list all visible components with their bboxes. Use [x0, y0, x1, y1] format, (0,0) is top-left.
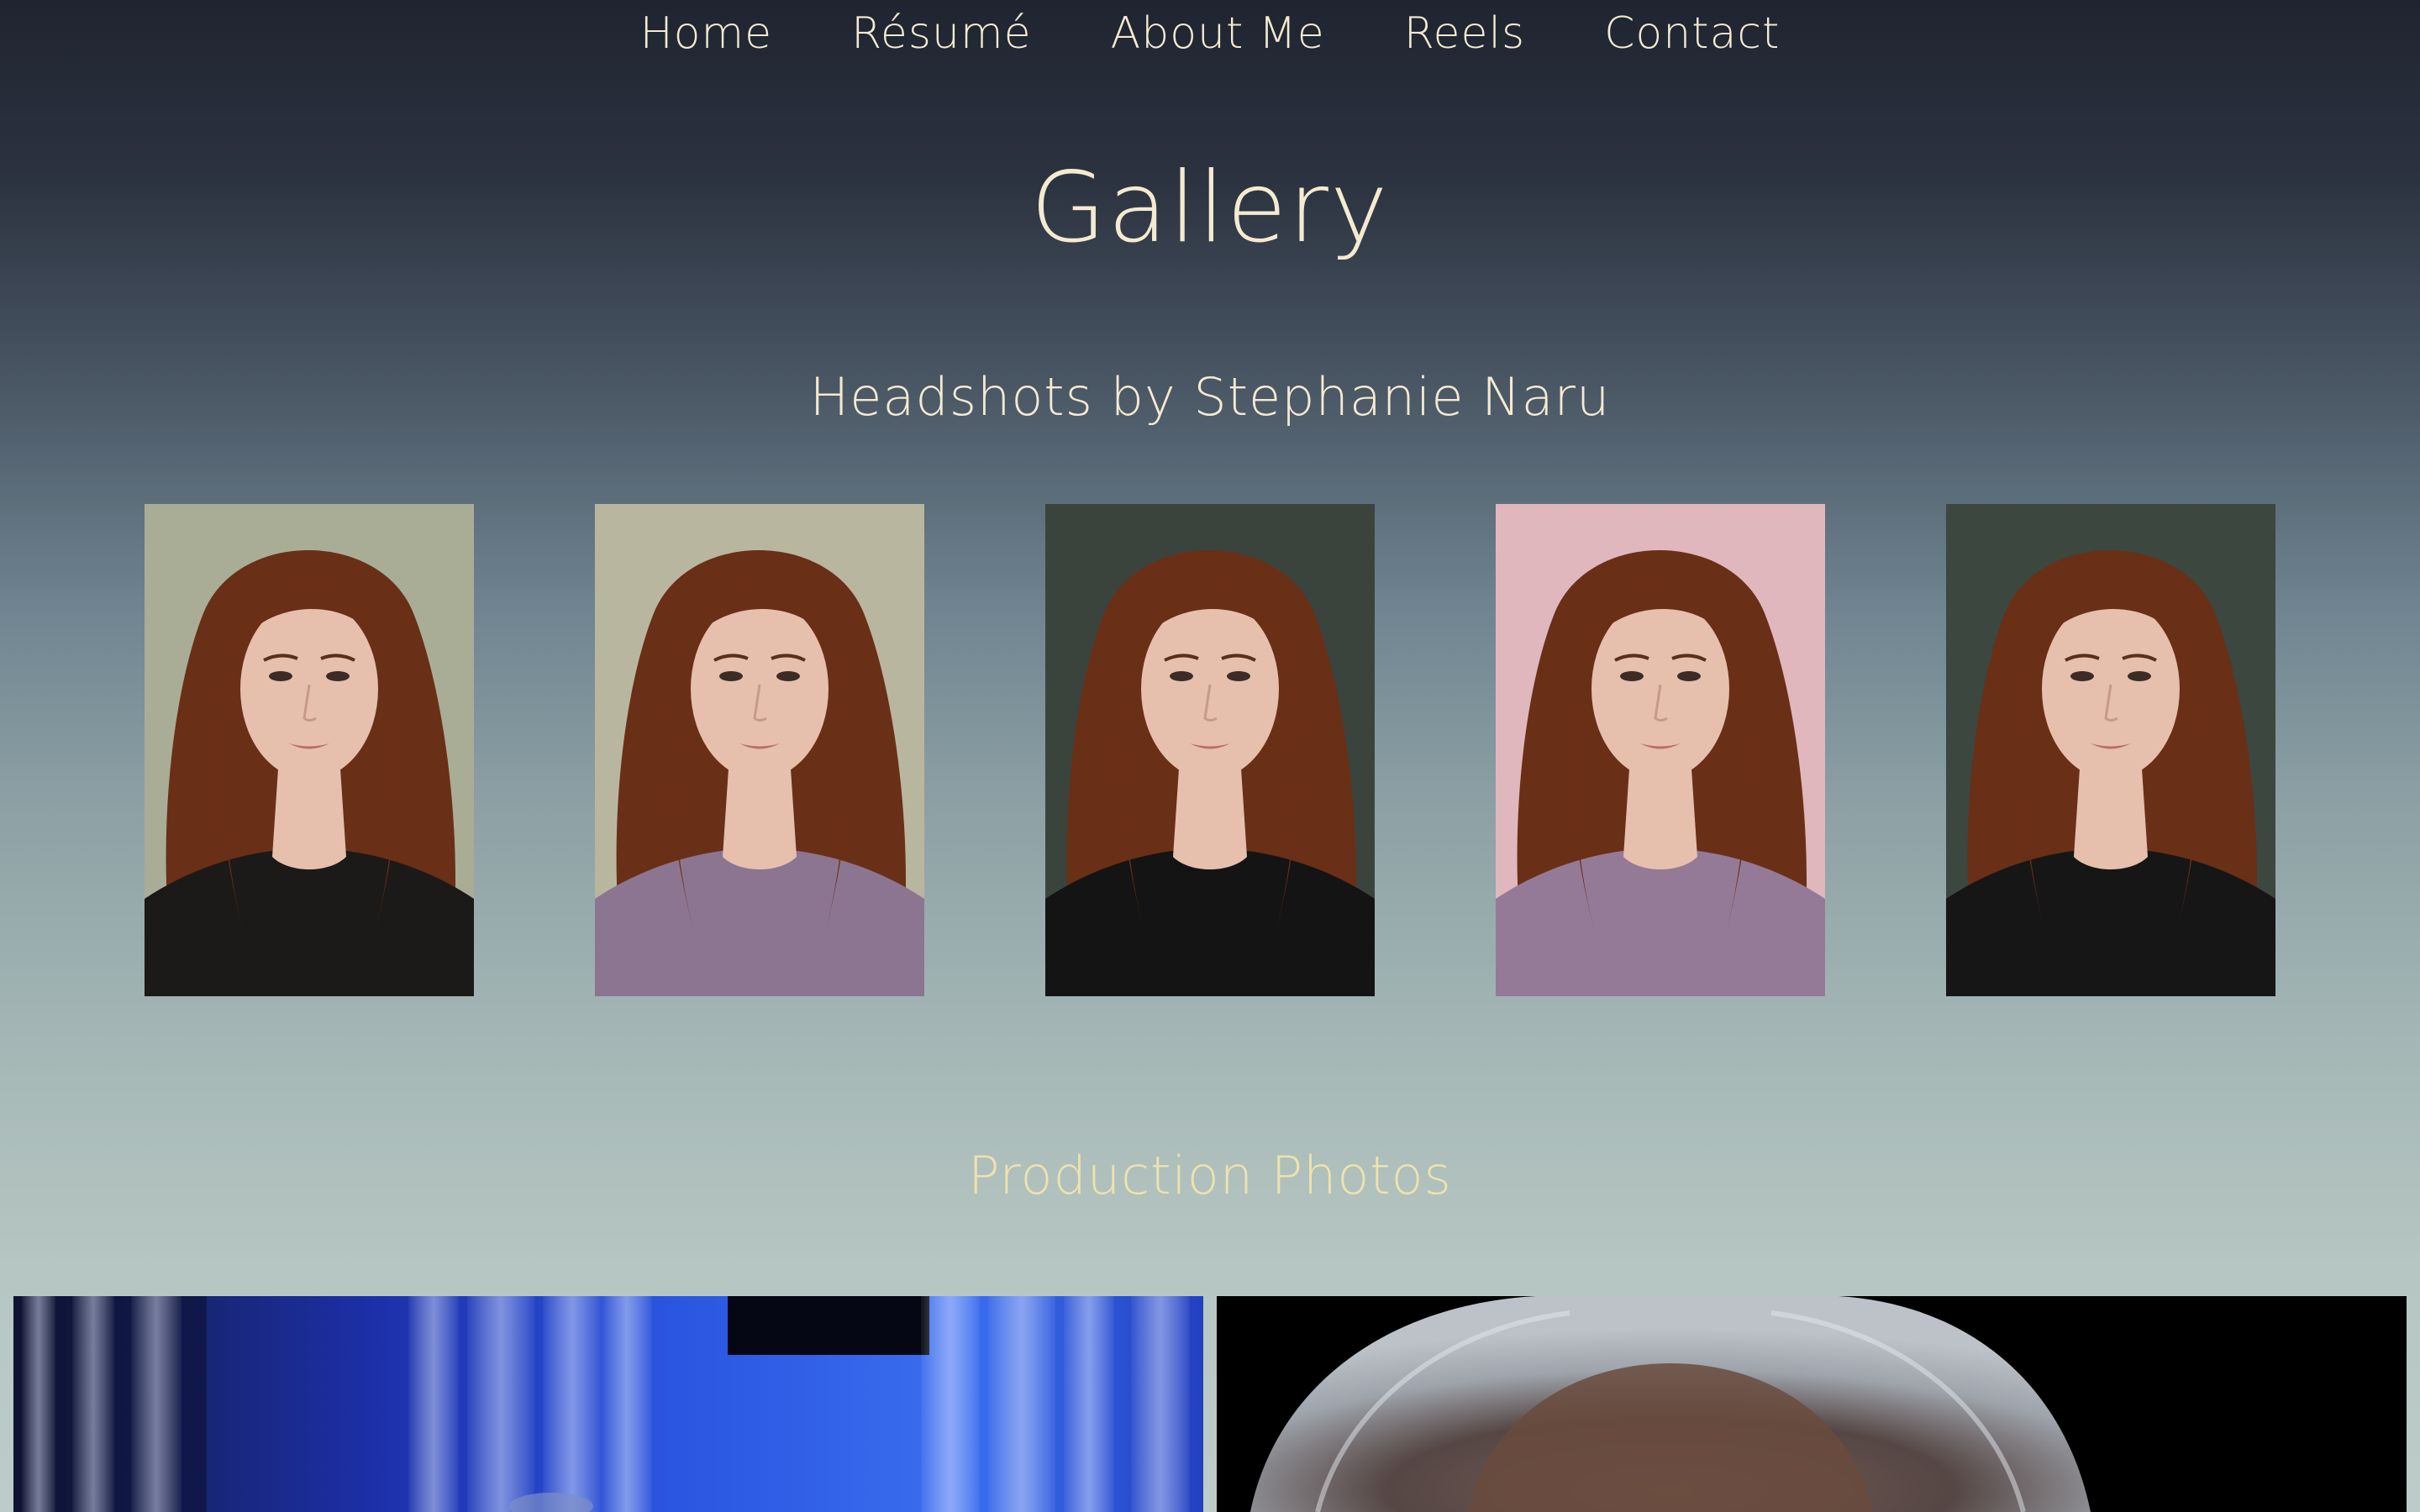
production-section-title: Production Photos: [968, 1145, 1452, 1206]
headshot-photo-4[interactable]: [1496, 504, 1825, 996]
stage-photo-image: [13, 1296, 1203, 1512]
headshot-photo-1[interactable]: [145, 504, 474, 996]
headshot-image: [145, 504, 474, 996]
headshot-image: [595, 504, 924, 996]
page-title: Gallery: [1030, 151, 1390, 265]
nav-resume-link[interactable]: Résumé: [851, 8, 1031, 59]
headshot-photo-3[interactable]: [1045, 504, 1375, 996]
headshot-image: [1496, 504, 1825, 996]
main-nav: Home Résumé About Me Reels Contact: [0, 0, 2420, 67]
nav-reels-link[interactable]: Reels: [1404, 8, 1525, 59]
veil-photo-image: [1217, 1296, 2407, 1512]
nav-about-link[interactable]: About Me: [1111, 8, 1325, 59]
headshot-image: [1946, 504, 2275, 996]
headshots-section-title: Headshots by Stephanie Naru: [809, 366, 1611, 428]
nav-home-link[interactable]: Home: [640, 8, 773, 59]
headshot-photo-2[interactable]: [595, 504, 924, 996]
production-photo-stage[interactable]: [13, 1296, 1203, 1512]
headshots-gallery: [0, 504, 2420, 996]
headshot-photo-5[interactable]: [1946, 504, 2275, 996]
headshot-image: [1045, 504, 1375, 996]
nav-contact-link[interactable]: Contact: [1604, 8, 1780, 59]
production-photo-veil[interactable]: [1217, 1296, 2407, 1512]
